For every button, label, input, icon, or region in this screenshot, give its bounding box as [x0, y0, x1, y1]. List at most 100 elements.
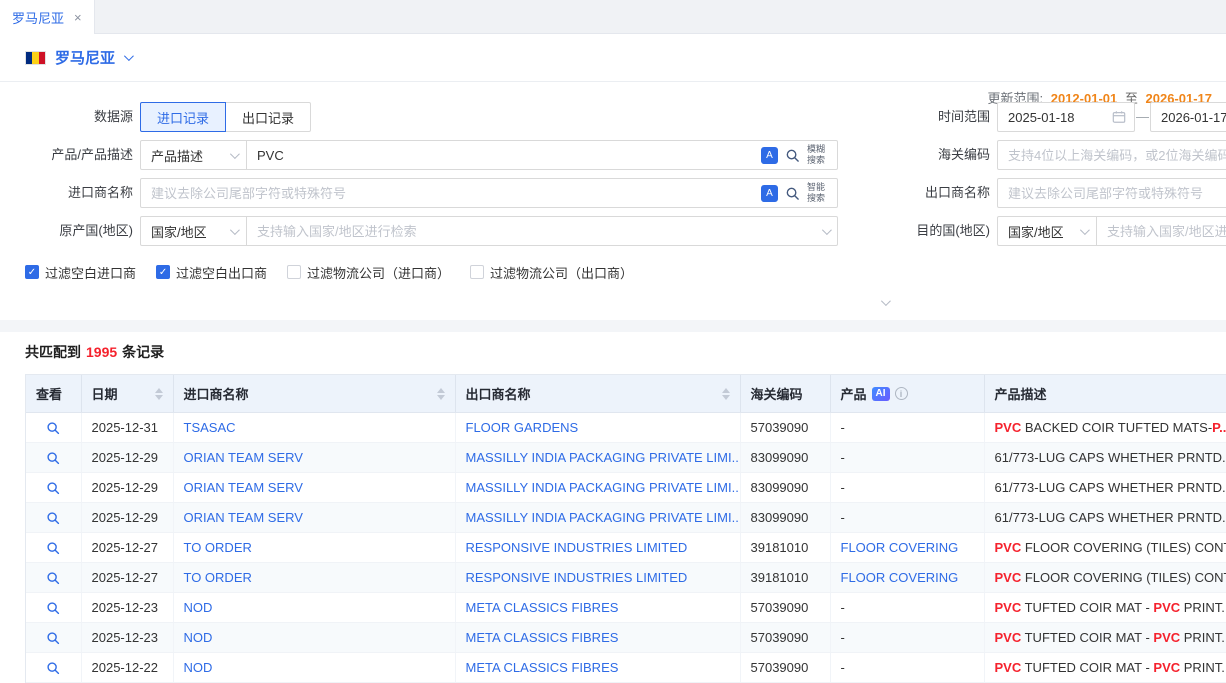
importer-link[interactable]: TO ORDER: [184, 570, 252, 585]
translate-icon[interactable]: A: [761, 185, 778, 202]
column-header-view: 查看: [26, 375, 81, 413]
exporter-link[interactable]: RESPONSIVE INDUSTRIES LIMITED: [466, 570, 688, 585]
checkbox-checked-icon[interactable]: ✓: [156, 265, 170, 279]
importer-link[interactable]: NOD: [184, 660, 213, 675]
column-header-exporter[interactable]: 出口商名称: [455, 375, 740, 413]
exporter-link[interactable]: META CLASSICS FIBRES: [466, 660, 619, 675]
row-hs-code: 83099090: [740, 503, 830, 533]
translate-icon[interactable]: A: [761, 147, 778, 164]
exporter-link[interactable]: FLOOR GARDENS: [466, 420, 579, 435]
importer-link[interactable]: TO ORDER: [184, 540, 252, 555]
exporter-link[interactable]: MASSILLY INDIA PACKAGING PRIVATE LIMI...: [466, 510, 741, 525]
column-label: 进口商名称: [184, 384, 249, 403]
filter-checkbox[interactable]: 过滤物流公司（进口商）: [287, 263, 450, 282]
date-end-field[interactable]: [1150, 102, 1226, 132]
export-records-button[interactable]: 出口记录: [225, 102, 311, 132]
view-detail-icon[interactable]: [46, 661, 60, 675]
importer-input[interactable]: [151, 186, 754, 201]
checkbox-checked-icon[interactable]: ✓: [25, 265, 39, 279]
date-start-input[interactable]: [1008, 110, 1105, 125]
row-date: 2025-12-23: [81, 623, 173, 653]
view-detail-icon[interactable]: [46, 481, 60, 495]
fuzzy-search-icon[interactable]: [785, 148, 800, 163]
product-type-select[interactable]: 产品描述: [140, 140, 247, 170]
column-header-date[interactable]: 日期: [81, 375, 173, 413]
data-source-label: 数据源: [0, 102, 133, 132]
exporter-link[interactable]: META CLASSICS FIBRES: [466, 630, 619, 645]
importer-link[interactable]: ORIAN TEAM SERV: [184, 510, 303, 525]
product-field[interactable]: A 模糊搜索: [246, 140, 838, 170]
row-date: 2025-12-29: [81, 443, 173, 473]
view-detail-icon[interactable]: [46, 601, 60, 615]
filter-checkbox-label: 过滤物流公司（进口商）: [307, 263, 450, 282]
importer-link[interactable]: TSASAC: [184, 420, 236, 435]
row-product-desc: PVC BACKED COIR TUFTED MATS-P...: [984, 413, 1226, 443]
destination-country-label: 目的国(地区): [880, 216, 990, 246]
tab-close-icon[interactable]: ×: [74, 11, 82, 24]
row-hs-code: 39181010: [740, 563, 830, 593]
exporter-label: 出口商名称: [880, 178, 990, 208]
sort-icon[interactable]: [155, 388, 163, 400]
view-detail-icon[interactable]: [46, 571, 60, 585]
tab-romania[interactable]: 罗马尼亚 ×: [0, 0, 95, 34]
row-hs-code: 57039090: [740, 623, 830, 653]
fuzzy-search-label[interactable]: 模糊搜索: [807, 144, 829, 166]
destination-country-field[interactable]: [1096, 216, 1226, 246]
date-start-field[interactable]: [997, 102, 1135, 132]
filter-checkbox[interactable]: ✓过滤空白进口商: [25, 263, 136, 282]
importer-link[interactable]: NOD: [184, 630, 213, 645]
product-input[interactable]: [257, 148, 754, 163]
filter-checkbox[interactable]: ✓ 过滤空白出口商: [156, 263, 267, 282]
filter-checkbox-label: 过滤空白出口商: [176, 263, 267, 282]
smart-search-icon[interactable]: [785, 186, 800, 201]
chevron-down-icon[interactable]: [124, 51, 134, 61]
importer-link[interactable]: ORIAN TEAM SERV: [184, 480, 303, 495]
checkbox-unchecked-icon[interactable]: [470, 265, 484, 279]
destination-country-select[interactable]: 国家/地区: [997, 216, 1097, 246]
view-detail-icon[interactable]: [46, 421, 60, 435]
destination-country-input[interactable]: [1107, 224, 1226, 239]
row-product: -: [830, 653, 984, 683]
exporter-link[interactable]: META CLASSICS FIBRES: [466, 600, 619, 615]
importer-link[interactable]: NOD: [184, 600, 213, 615]
view-detail-icon[interactable]: [46, 451, 60, 465]
origin-country-select[interactable]: 国家/地区: [140, 216, 247, 246]
column-header-importer[interactable]: 进口商名称: [173, 375, 455, 413]
product-link[interactable]: FLOOR COVERING: [841, 540, 959, 555]
row-product-desc: PVC FLOOR COVERING (TILES) CONT...: [984, 533, 1226, 563]
sort-icon[interactable]: [437, 388, 445, 400]
column-label: 产品: [841, 384, 867, 403]
smart-search-label[interactable]: 智能搜索: [807, 182, 829, 204]
tab-label: 罗马尼亚: [12, 8, 64, 27]
sort-icon[interactable]: [722, 388, 730, 400]
importer-link[interactable]: ORIAN TEAM SERV: [184, 450, 303, 465]
exporter-link[interactable]: MASSILLY INDIA PACKAGING PRIVATE LIMI...: [466, 480, 741, 495]
exporter-field[interactable]: [997, 178, 1226, 208]
column-label: 出口商名称: [466, 384, 531, 403]
exporter-link[interactable]: RESPONSIVE INDUSTRIES LIMITED: [466, 540, 688, 555]
date-end-input[interactable]: [1161, 110, 1226, 125]
table-row: 2025-12-23 NOD META CLASSICS FIBRES 5703…: [26, 623, 1226, 653]
view-detail-icon[interactable]: [46, 541, 60, 555]
collapse-panel-button[interactable]: [872, 294, 896, 310]
results-count: 1995: [86, 344, 117, 360]
origin-country-field[interactable]: [246, 216, 838, 246]
checkbox-unchecked-icon[interactable]: [287, 265, 301, 279]
view-detail-icon[interactable]: [46, 511, 60, 525]
hs-code-input[interactable]: [1008, 148, 1226, 163]
filter-checkbox[interactable]: 过滤物流公司（出口商）: [470, 263, 633, 282]
row-hs-code: 57039090: [740, 593, 830, 623]
date-range-separator: —: [1136, 102, 1149, 132]
hs-code-field[interactable]: [997, 140, 1226, 170]
origin-country-input[interactable]: [257, 224, 815, 239]
row-product: FLOOR COVERING: [830, 563, 984, 593]
exporter-link[interactable]: MASSILLY INDIA PACKAGING PRIVATE LIMI...: [466, 450, 741, 465]
page-header: 罗马尼亚: [0, 34, 1226, 82]
row-date: 2025-12-27: [81, 563, 173, 593]
view-detail-icon[interactable]: [46, 631, 60, 645]
importer-field[interactable]: A 智能搜索: [140, 178, 838, 208]
import-records-button[interactable]: 进口记录: [140, 102, 226, 132]
product-link[interactable]: FLOOR COVERING: [841, 570, 959, 585]
table-row: 2025-12-29 ORIAN TEAM SERV MASSILLY INDI…: [26, 473, 1226, 503]
exporter-input[interactable]: [1008, 186, 1226, 201]
